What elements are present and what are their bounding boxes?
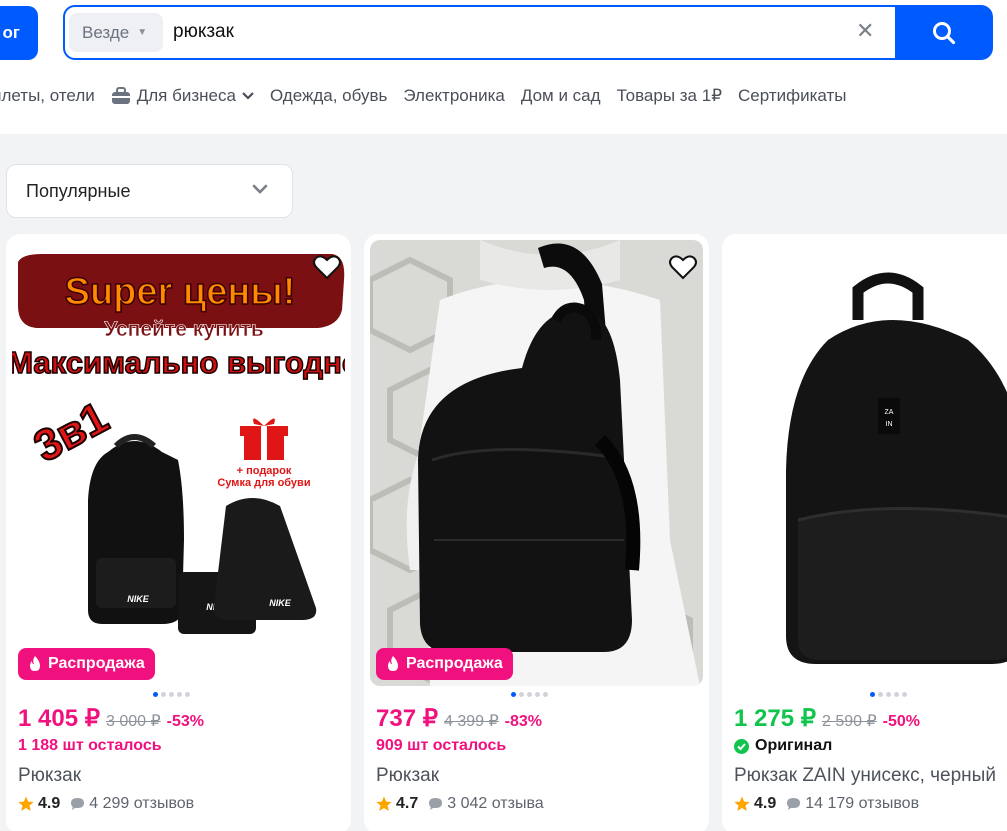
svg-text:NIKE: NIKE [269,598,291,608]
product-card[interactable]: Распродажа 737 ₽ 4 399 ₽ -83% 909 шт ост… [364,234,709,831]
product-image[interactable]: Super цены! Успейте купить Максимально в… [12,240,345,686]
caret-down-icon: ▼ [137,27,148,38]
star-icon [376,796,392,811]
sort-selected-label: Популярные [26,180,131,201]
star-icon [18,796,34,811]
current-price: 737 ₽ [376,705,438,732]
promo-gift-line: + подарок [237,465,292,477]
brand-mark: ZA [885,409,894,416]
image-pager-dots [511,692,548,697]
original-label: Оригинал [755,737,833,754]
product-title[interactable]: Рюкзак [18,765,81,787]
chevron-down-icon [242,92,254,100]
stock-left: 909 шт осталось [376,737,507,754]
promo-line-2: Успейте купить [104,318,264,341]
catalog-button-label: ог [2,23,20,42]
product-title[interactable]: Рюкзак ZAIN унисекс, черный [734,765,996,787]
rating-score: 4.7 [396,795,419,812]
review-count[interactable]: 3 042 отзыва [447,795,543,813]
review-count[interactable]: 4 299 отзывов [89,795,194,813]
review-count[interactable]: 14 179 отзывов [805,795,919,813]
rating-score: 4.9 [754,795,777,812]
nav-item-label: илеты, отели [0,86,95,105]
nav-item-label: Для бизнеса [136,86,236,105]
old-price: 4 399 ₽ [443,713,499,730]
sale-badge-label: Распродажа [48,655,145,672]
briefcase-icon [111,87,130,104]
product-card[interactable]: Super цены! Успейте купить Максимально в… [6,234,351,831]
price-row: 737 ₽ 4 399 ₽ -83% [376,704,542,733]
rating-row: 4.9 14 179 отзывов [734,795,919,813]
product-image[interactable] [370,240,703,686]
fire-icon [30,656,40,671]
comment-icon [429,798,443,810]
brand-mark: IN [886,421,893,428]
product-title[interactable]: Рюкзак [376,765,439,787]
nav-item-clothing[interactable]: Одежда, обувь [270,86,387,106]
product-photo [370,240,703,686]
chevron-down-icon [252,184,268,194]
heart-icon[interactable] [312,252,342,282]
nav-item-label: Дом и сад [520,86,601,105]
comment-icon [71,798,85,810]
clear-icon[interactable]: ✕ [856,20,874,42]
price-row: 1 275 ₽ 2 590 ₽ -50% [734,704,920,733]
rating-score: 4.9 [38,795,61,812]
image-pager-dots [870,692,907,697]
discount-percent: -50% [882,713,921,730]
search-icon [933,21,956,44]
price-row: 1 405 ₽ 3 000 ₽ -53% [18,704,204,733]
nav-item-tickets[interactable]: илеты, отели [0,86,95,106]
heart-icon[interactable] [668,252,698,282]
current-price: 1 275 ₽ [734,705,816,732]
sale-badge: Распродажа [376,648,513,680]
svg-text:NIKE: NIKE [127,594,149,604]
product-image[interactable]: ZA IN [728,240,1007,686]
category-nav: илеты, отели Для бизнеса Одежда, обувь Э… [0,83,863,109]
discount-percent: -83% [504,713,543,730]
original-badge: Оригинал [734,737,832,755]
nav-item-electronics[interactable]: Электроника [403,86,505,106]
nav-item-one-ruble[interactable]: Товары за 1₽ [617,86,722,106]
search-button[interactable] [895,5,993,60]
rating-row: 4.7 3 042 отзыва [376,795,544,813]
promo-line-1: Super цены! [65,271,296,313]
nav-item-label: Одежда, обувь [269,86,388,105]
sale-badge: Распродажа [18,648,155,680]
top-bar: ог Везде ▼ рюкзак ✕ илеты, отели Для биз… [0,0,1007,134]
rating-row: 4.9 4 299 отзывов [18,795,194,813]
search-scope-dropdown[interactable]: Везде ▼ [69,13,163,52]
promo-line-3: Максимально выгодно [12,345,345,380]
product-photo: ZA IN [728,240,1007,686]
product-card[interactable]: ZA IN 1 275 ₽ 2 590 ₽ -50% Оригинал Рюкз… [722,234,1007,831]
discount-percent: -53% [166,713,205,730]
search-bar: Везде ▼ рюкзак ✕ [63,5,993,60]
search-input[interactable]: рюкзак [173,21,234,43]
nav-item-certificates[interactable]: Сертификаты [738,86,846,106]
nav-item-label: Электроника [403,86,505,105]
promo-image: Super цены! Успейте купить Максимально в… [12,240,345,686]
check-circle-icon [734,738,749,754]
nav-item-business[interactable]: Для бизнеса [111,86,254,106]
image-pager-dots [153,692,190,697]
search-scope-label: Везде [82,22,130,42]
old-price: 3 000 ₽ [106,713,161,730]
current-price: 1 405 ₽ [18,705,100,732]
star-icon [734,796,750,811]
nav-item-label: Товары за 1₽ [616,86,723,105]
comment-icon [787,798,801,810]
stock-left: 1 188 шт осталось [18,737,162,754]
nav-item-label: Сертификаты [738,86,847,105]
sale-badge-label: Распродажа [406,655,503,672]
old-price: 2 590 ₽ [822,713,877,730]
fire-icon [388,656,398,671]
sort-dropdown[interactable]: Популярные [6,164,293,218]
catalog-button[interactable]: ог [0,6,38,60]
nav-item-home-garden[interactable]: Дом и сад [521,86,601,106]
promo-gift-line: Сумка для обуви [217,477,310,489]
